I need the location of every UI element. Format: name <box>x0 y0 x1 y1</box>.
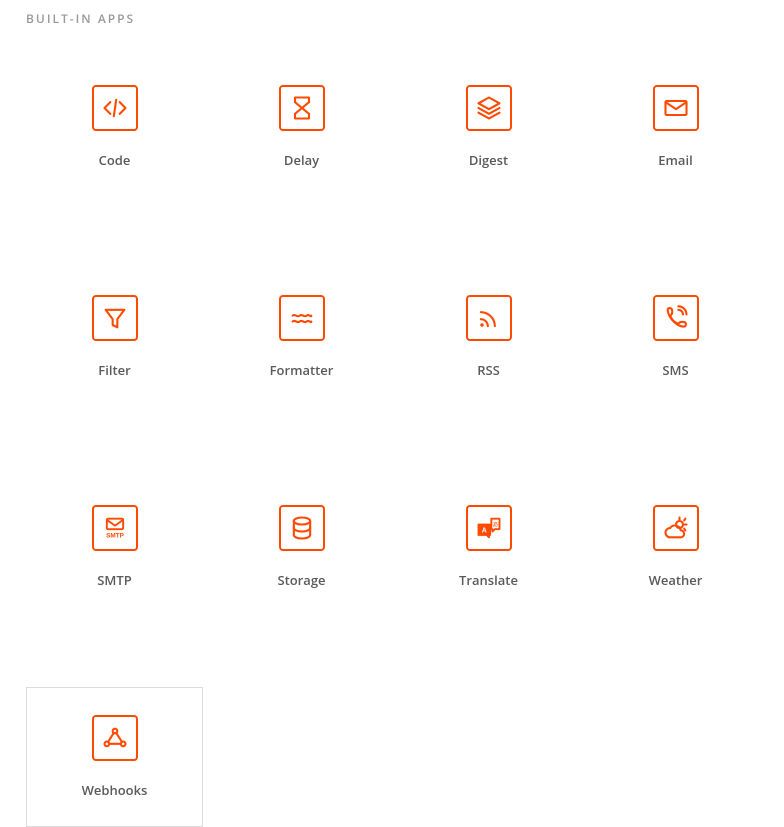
webhooks-icon <box>92 715 138 761</box>
app-label: RSS <box>477 361 500 379</box>
translate-icon: あA <box>466 505 512 551</box>
app-label: Filter <box>98 361 130 379</box>
app-card-weather[interactable]: Weather <box>587 477 764 617</box>
app-card-smtp[interactable]: SMTP SMTP <box>26 477 203 617</box>
app-label: SMS <box>662 361 688 379</box>
app-card-webhooks[interactable]: Webhooks <box>26 687 203 827</box>
weather-icon <box>653 505 699 551</box>
app-card-translate[interactable]: あA Translate <box>400 477 577 617</box>
app-card-filter[interactable]: Filter <box>26 267 203 407</box>
layers-icon <box>466 85 512 131</box>
funnel-icon <box>92 295 138 341</box>
app-card-storage[interactable]: Storage <box>213 477 390 617</box>
app-label: Storage <box>277 571 325 589</box>
database-icon <box>279 505 325 551</box>
app-label: Weather <box>649 571 703 589</box>
app-label: Formatter <box>270 361 334 379</box>
svg-text:SMTP: SMTP <box>106 532 125 539</box>
svg-text:A: A <box>481 528 486 535</box>
app-card-digest[interactable]: Digest <box>400 57 577 197</box>
app-label: SMTP <box>97 571 131 589</box>
svg-text:あ: あ <box>492 521 498 528</box>
app-card-email[interactable]: Email <box>587 57 764 197</box>
app-label: Translate <box>459 571 518 589</box>
app-label: Digest <box>469 151 508 169</box>
app-card-code[interactable]: Code <box>26 57 203 197</box>
hourglass-icon <box>279 85 325 131</box>
envelope-icon <box>653 85 699 131</box>
section-header-built-in-apps: BUILT-IN APPS <box>26 10 764 27</box>
app-card-delay[interactable]: Delay <box>213 57 390 197</box>
code-icon <box>92 85 138 131</box>
app-card-sms[interactable]: SMS <box>587 267 764 407</box>
app-label: Delay <box>284 151 319 169</box>
app-card-rss[interactable]: RSS <box>400 267 577 407</box>
smtp-icon: SMTP <box>92 505 138 551</box>
app-card-formatter[interactable]: Formatter <box>213 267 390 407</box>
app-label: Webhooks <box>82 781 148 799</box>
wave-icon <box>279 295 325 341</box>
rss-icon <box>466 295 512 341</box>
app-label: Email <box>658 151 692 169</box>
phone-icon <box>653 295 699 341</box>
app-label: Code <box>99 151 131 169</box>
app-grid: Code Delay Digest Email <box>26 57 764 827</box>
